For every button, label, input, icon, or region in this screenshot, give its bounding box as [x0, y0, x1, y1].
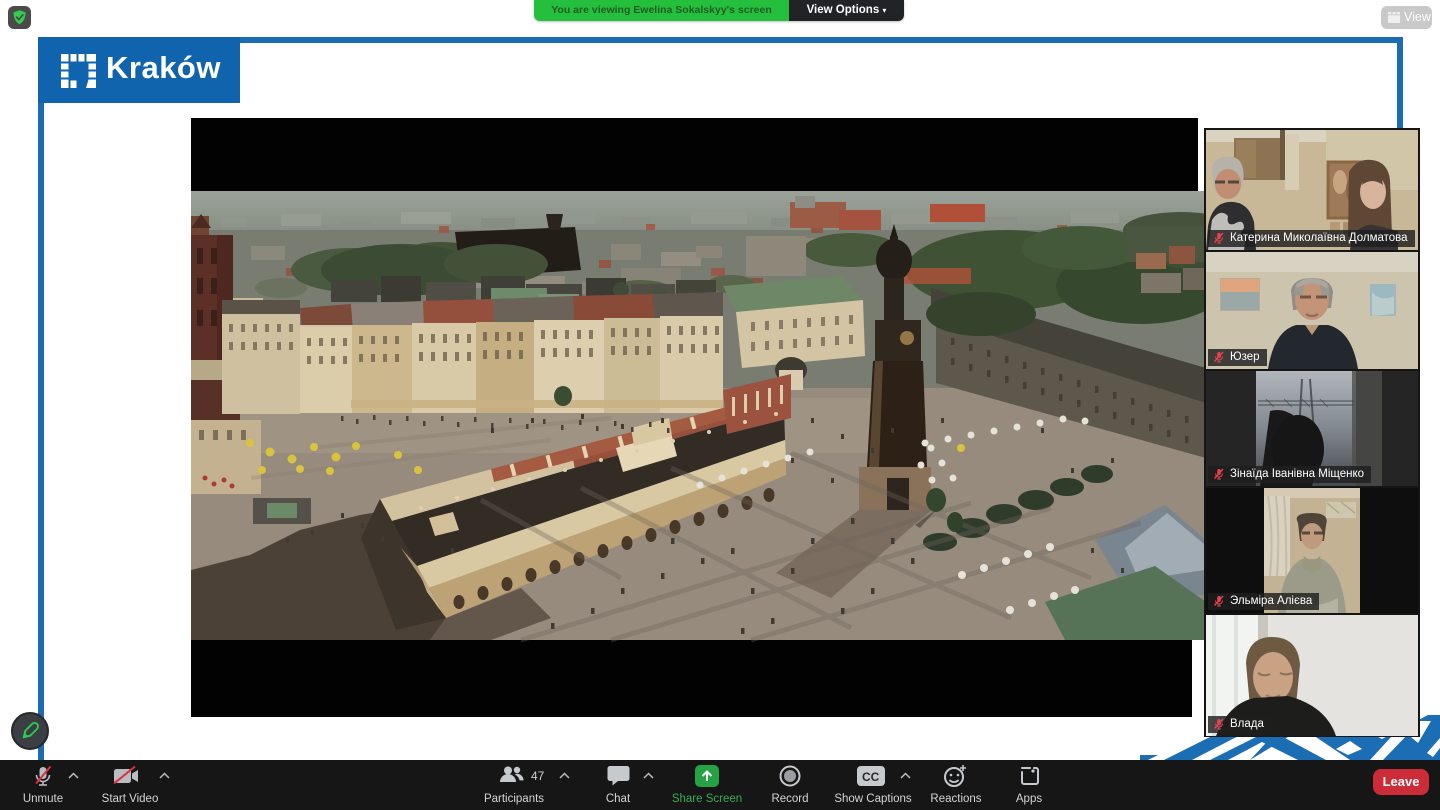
svg-text:Reactions: Reactions: [930, 793, 981, 805]
svg-text:Chat: Chat: [606, 793, 631, 805]
svg-text:Start Video: Start Video: [102, 793, 159, 805]
svg-text:Share Screen: Share Screen: [672, 793, 742, 805]
svg-text:Record: Record: [771, 793, 808, 805]
svg-text:Apps: Apps: [1016, 793, 1042, 805]
svg-text:Participants: Participants: [484, 793, 544, 805]
svg-text:CC: CC: [862, 770, 880, 784]
svg-text:47: 47: [531, 769, 545, 783]
svg-text:Show Captions: Show Captions: [834, 793, 912, 805]
svg-text:Unmute: Unmute: [23, 793, 63, 805]
